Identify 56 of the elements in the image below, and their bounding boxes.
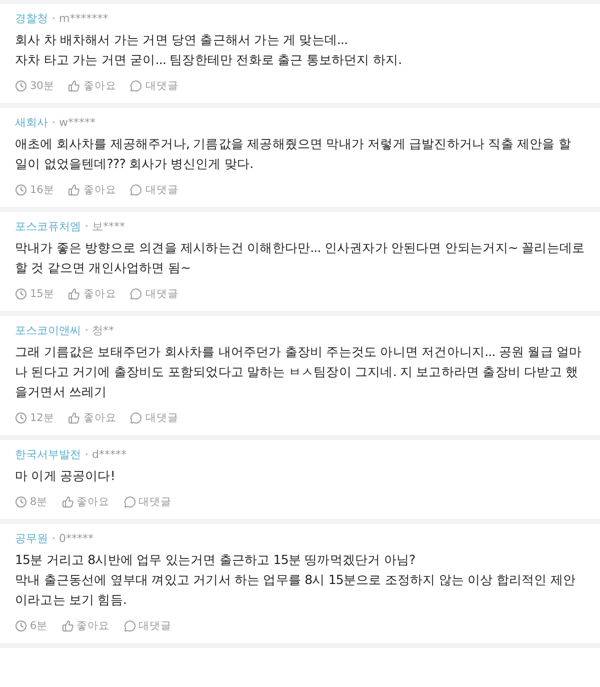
company-name[interactable]: 공무원 — [15, 532, 48, 546]
speech-bubble-icon — [130, 184, 142, 196]
user-name: · w***** — [52, 116, 96, 130]
clock-icon — [15, 412, 27, 424]
like-button[interactable]: 좋아요 — [68, 411, 116, 425]
thumbs-up-icon — [62, 496, 74, 508]
comment-text: 회사 차 배차해서 가는 거면 당연 출근해서 가는 게 맞는데... — [15, 31, 349, 49]
reply-button[interactable]: 대댓글 — [130, 79, 178, 93]
comment-text: 15분 거리고 8시반에 업무 있는거면 출근하고 15분 띵까먹겠단거 아님? — [15, 551, 416, 569]
company-name[interactable]: 포스코퓨처엠 — [15, 220, 81, 234]
clock-icon — [15, 288, 27, 300]
user-name: · m******* — [52, 12, 108, 26]
thumbs-up-icon — [62, 620, 74, 632]
speech-bubble-icon — [124, 620, 136, 632]
time-ago: 8분 — [30, 495, 48, 509]
comment-text: 마 이게 공공이다! — [15, 467, 116, 485]
reply-button[interactable]: 대댓글 — [124, 495, 172, 509]
reply-button[interactable]: 대댓글 — [130, 183, 178, 197]
comment-text: 그래 기름값은 보태주던가 회사차를 내어주던가 출장비 주는것도 아니면 저건아니지... 공원 월급 얼마나 된다고 거기에 출장비도 포함되었다고 말하는 ㅂㅅ팀장이 그지네. 지 보고하라면 출장비 다받고 했을거면서 쓰레기 — [15, 343, 583, 401]
clock-icon — [15, 184, 27, 196]
company-name[interactable]: 새회사 — [15, 116, 48, 130]
reply-button[interactable]: 대댓글 — [124, 619, 172, 633]
company-name[interactable]: 경찰청 — [15, 12, 48, 26]
comment-text: 막내가 좋은 방향으로 의견을 제시하는건 이해한다만... 인사권자가 안된다면 안되는거지~ 꼴리는데로 할 것 같으면 개인사업하면 됨~ — [15, 239, 585, 277]
thumbs-up-icon — [68, 184, 80, 196]
time-ago: 6분 — [30, 619, 48, 633]
like-button[interactable]: 좋아요 — [62, 495, 110, 509]
user-name: · 0***** — [52, 532, 94, 546]
thumbs-up-icon — [68, 288, 80, 300]
speech-bubble-icon — [130, 412, 142, 424]
like-button[interactable]: 좋아요 — [62, 619, 110, 633]
time-ago: 16분 — [30, 183, 54, 197]
time-ago: 15분 — [30, 287, 54, 301]
reply-button[interactable]: 대댓글 — [130, 287, 178, 301]
like-button[interactable]: 좋아요 — [68, 287, 116, 301]
thumbs-up-icon — [68, 80, 80, 92]
speech-bubble-icon — [130, 80, 142, 92]
user-name: · d***** — [85, 448, 126, 462]
like-button[interactable]: 좋아요 — [68, 183, 116, 197]
time-ago: 30분 — [30, 79, 54, 93]
comment-text: 막내 출근동선에 옆부대 껴있고 거기서 하는 업무를 8시 15분으로 조정하지 않는 이상 합리적인 제안이라고는 보기 힘듬. — [15, 571, 577, 609]
comment-text: 애초에 회사차를 제공해주거나, 기름값을 제공해줬으면 막내가 저렇게 급발진하거나 직출 제안을 할 일이 없었을텐데??? 회사가 병신인게 맞다. — [15, 135, 572, 173]
clock-icon — [15, 80, 27, 92]
comment-text: 자차 타고 가는 거면 굳이... 팀장한테만 전화로 출근 통보하던지 하지. — [15, 51, 403, 69]
user-name: · 청** — [85, 324, 114, 338]
speech-bubble-icon — [130, 288, 142, 300]
speech-bubble-icon — [124, 496, 136, 508]
time-ago: 12분 — [30, 411, 54, 425]
clock-icon — [15, 496, 27, 508]
like-button[interactable]: 좋아요 — [68, 79, 116, 93]
reply-button[interactable]: 대댓글 — [130, 411, 178, 425]
company-name[interactable]: 한국서부발전 — [15, 448, 81, 462]
clock-icon — [15, 620, 27, 632]
thumbs-up-icon — [68, 412, 80, 424]
company-name[interactable]: 포스코이앤씨 — [15, 324, 81, 338]
user-name: · 보**** — [85, 220, 125, 234]
